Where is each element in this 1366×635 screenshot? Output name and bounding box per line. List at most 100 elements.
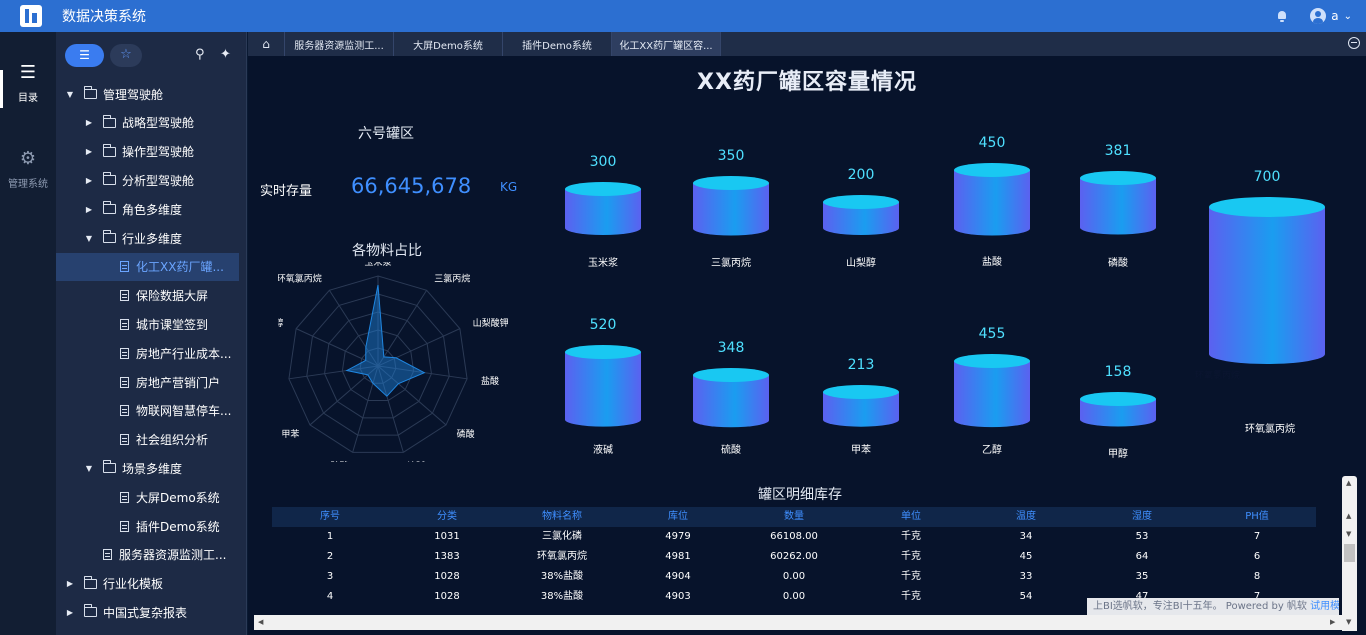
tank-value-label: 350: [717, 147, 745, 164]
caret-right-icon[interactable]: ▶: [83, 147, 95, 156]
tank-cylinder[interactable]: [952, 352, 1032, 429]
tree-item[interactable]: 化工XX药厂罐...: [56, 252, 239, 281]
scroll-thumb[interactable]: [1344, 544, 1355, 562]
tank-name-label: 环氧氯丙烷: [1245, 424, 1295, 435]
tree-item-label: 操作型驾驶舱: [122, 145, 195, 160]
home-icon: ⌂: [262, 37, 270, 51]
caret-right-icon[interactable]: ▶: [83, 118, 95, 127]
table-column-header[interactable]: 库位: [620, 507, 736, 527]
tree-folder[interactable]: ▶ 角色多维度: [56, 195, 246, 223]
home-tab[interactable]: ⌂: [248, 32, 285, 56]
tree-item[interactable]: 大屏Demo系统: [56, 483, 246, 511]
search-icon[interactable]: ⚲: [195, 47, 205, 62]
table-row[interactable]: 1 1031 三氯化磷 4979 66108.00 千克 34 53 7: [272, 527, 1316, 547]
caret-right-icon[interactable]: ▶: [83, 176, 95, 185]
table-row[interactable]: 3 1028 38%盐酸 4904 0.00 千克 33 35 8: [272, 567, 1316, 587]
tree-folder[interactable]: ▼ 场景多维度: [56, 454, 246, 482]
tree-item[interactable]: 保险数据大屏: [56, 282, 246, 310]
caret-right-icon[interactable]: ▶: [83, 205, 95, 214]
tree-folder[interactable]: ▶ 中国式复杂报表: [56, 598, 246, 626]
table-column-header[interactable]: 序号: [272, 507, 388, 527]
tree-item[interactable]: 服务器资源监测工...: [56, 541, 246, 569]
scroll-down-arrow-icon[interactable]: ▼: [1346, 618, 1351, 626]
tab-options-icon[interactable]: [1348, 37, 1360, 49]
radar-axis-label: 盐酸: [481, 375, 499, 387]
tank-cylinder[interactable]: [1207, 195, 1327, 366]
tree-item[interactable]: 房地产营销门户: [56, 368, 246, 396]
tree-item-label: 行业化模板: [103, 577, 164, 592]
scroll-right-arrow-icon[interactable]: ▶: [1330, 618, 1335, 626]
document-icon: [120, 290, 129, 302]
table-column-header[interactable]: 物料名称: [504, 507, 620, 527]
scroll-down-arrow-icon[interactable]: ▼: [1346, 530, 1351, 538]
tree-item[interactable]: 城市课堂签到: [56, 310, 246, 338]
caret-right-icon[interactable]: ▶: [64, 608, 76, 617]
tree-folder[interactable]: ▶ 战略型驾驶舱: [56, 109, 246, 137]
tank-cylinder[interactable]: [691, 174, 771, 238]
tree-item[interactable]: 插件Demo系统: [56, 512, 246, 540]
tab-bigscreen-demo[interactable]: 大屏Demo系统: [394, 32, 503, 56]
tank-cylinder[interactable]: [563, 180, 643, 237]
trial-mode-link[interactable]: 试用模式: [1310, 601, 1339, 612]
tank-value-label: 700: [1253, 169, 1281, 185]
app-logo-icon[interactable]: [20, 5, 42, 27]
caret-down-icon[interactable]: ▼: [83, 464, 95, 473]
tank-value-label: 450: [978, 134, 1006, 151]
tank-cylinder[interactable]: [952, 161, 1032, 238]
tank-cylinder-body: [1080, 178, 1156, 235]
radar-axis-label: 液碱: [407, 460, 425, 462]
detail-table-title: 罐区明细库存: [758, 487, 842, 503]
tank-cylinder[interactable]: [563, 343, 643, 429]
document-icon: [120, 405, 129, 417]
tank-value-label: 381: [1104, 143, 1132, 160]
table-cell: 33: [1019, 571, 1033, 582]
table-column-header[interactable]: 单位: [853, 507, 969, 527]
tree-folder[interactable]: ▼ 行业多维度: [56, 224, 246, 252]
vertical-scrollbar[interactable]: ▲ ▲ ▼ ▼: [1342, 476, 1357, 631]
scroll-up-arrow-icon[interactable]: ▲: [1346, 512, 1351, 520]
table-column-header[interactable]: PH值: [1199, 507, 1315, 527]
scroll-left-arrow-icon[interactable]: ◀: [258, 618, 263, 626]
material-ratio-title: 各物料占比: [352, 243, 422, 259]
tree-item[interactable]: 社会组织分析: [56, 426, 246, 454]
tank-cylinder[interactable]: [691, 366, 771, 429]
table-column-header[interactable]: 数量: [736, 507, 852, 527]
table-row[interactable]: 2 1383 环氧氯丙烷 4981 60262.00 千克 45 64 6: [272, 547, 1316, 567]
tab-plugin-demo[interactable]: 插件Demo系统: [503, 32, 612, 56]
tank-cylinder-top: [693, 175, 769, 190]
table-column-header[interactable]: 湿度: [1084, 507, 1200, 527]
favorites-toggle[interactable]: ☆: [110, 44, 142, 67]
notification-bell-icon[interactable]: [1276, 10, 1288, 22]
caret-right-icon[interactable]: ▶: [64, 579, 76, 588]
table-column-header[interactable]: 分类: [389, 507, 505, 527]
tank-cylinder[interactable]: [821, 383, 901, 429]
tree-folder[interactable]: ▶ 操作型驾驶舱: [56, 138, 246, 166]
scroll-up-arrow-icon[interactable]: ▲: [1346, 479, 1351, 487]
table-cell: 8: [1253, 571, 1261, 582]
table-column-header[interactable]: 温度: [968, 507, 1084, 527]
pin-icon[interactable]: ✦: [220, 47, 231, 62]
tank-cylinder-top: [1209, 197, 1325, 217]
tank-name-label: 硫酸: [721, 445, 741, 456]
tab-server-monitor[interactable]: 服务器资源监测工...: [285, 32, 394, 56]
tank-value-label: 348: [717, 339, 745, 356]
tab-tank-capacity[interactable]: 化工XX药厂罐区容...: [612, 32, 721, 56]
tree-folder[interactable]: ▼ 管理驾驶舱: [56, 80, 246, 108]
tree-item[interactable]: 房地产行业成本...: [56, 339, 246, 367]
caret-down-icon[interactable]: ▼: [64, 90, 76, 99]
horizontal-scrollbar[interactable]: ◀ ▶: [254, 615, 1342, 630]
tree-folder[interactable]: ▶ 行业化模板: [56, 570, 246, 598]
tree-folder[interactable]: ▶ 分析型驾驶舱: [56, 166, 246, 194]
tank-cylinder[interactable]: [1078, 390, 1158, 429]
list-view-toggle[interactable]: ☰: [65, 44, 104, 67]
user-menu[interactable]: a ⌄: [1310, 8, 1352, 24]
tank-cylinder[interactable]: [821, 193, 901, 237]
tree-item[interactable]: 物联网智慧停车...: [56, 397, 246, 425]
rail-item-admin[interactable]: ⚙ 管理系统: [0, 148, 56, 190]
caret-down-icon[interactable]: ▼: [83, 234, 95, 243]
tank-cylinder[interactable]: [1078, 169, 1158, 237]
table-cell: 66108.00: [770, 531, 818, 542]
top-right-actions: a ⌄: [1276, 0, 1352, 32]
table-cell: 1028: [434, 591, 460, 602]
rail-item-catalog[interactable]: ☰ 目录: [0, 62, 56, 104]
